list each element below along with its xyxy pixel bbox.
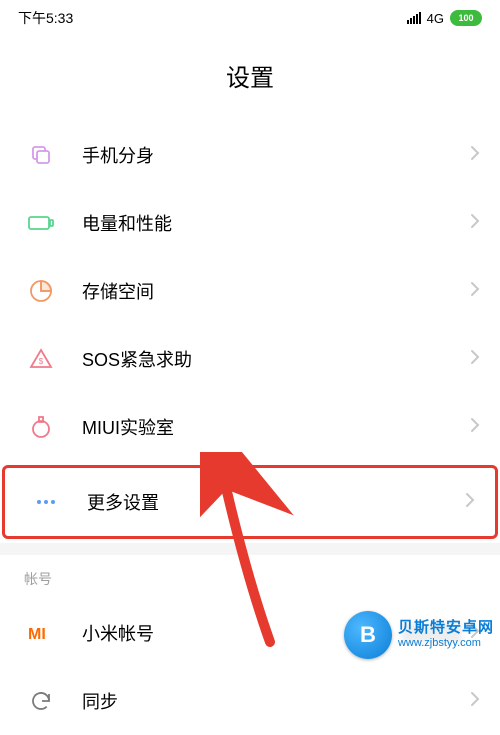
status-time: 下午5:33: [18, 8, 73, 28]
network-label: 4G: [427, 11, 444, 26]
row-label: 更多设置: [87, 489, 465, 515]
highlight-annotation: 更多设置: [2, 465, 498, 539]
mi-logo-icon: MI: [24, 616, 58, 650]
chevron-right-icon: [470, 281, 480, 302]
status-right: 4G 100: [407, 10, 482, 26]
watermark-logo-icon: B: [344, 611, 392, 659]
status-bar: 下午5:33 4G 100: [0, 0, 500, 36]
watermark-name: 贝斯特安卓网: [398, 619, 494, 637]
section-header-account: 帐号: [0, 555, 500, 599]
dots-horizontal-icon: [29, 485, 63, 519]
battery-level: 100: [450, 10, 482, 26]
chevron-right-icon: [470, 691, 480, 712]
signal-icon: [407, 12, 421, 24]
sync-icon: [24, 684, 58, 718]
row-second-space[interactable]: 手机分身: [0, 121, 500, 189]
watermark-url: www.zjbstyy.com: [398, 637, 494, 650]
section-divider: [0, 543, 500, 555]
chevron-right-icon: [465, 492, 475, 513]
pie-chart-icon: [24, 274, 58, 308]
row-label: MIUI实验室: [82, 414, 470, 440]
row-label: 电量和性能: [82, 210, 470, 236]
row-label: 同步: [82, 688, 470, 714]
row-sos[interactable]: $ SOS紧急求助: [0, 325, 500, 393]
chevron-right-icon: [470, 417, 480, 438]
chevron-right-icon: [470, 145, 480, 166]
row-battery-perf[interactable]: 电量和性能: [0, 189, 500, 257]
chevron-right-icon: [470, 349, 480, 370]
svg-text:MI: MI: [28, 626, 46, 643]
row-label: 手机分身: [82, 142, 470, 168]
row-more-settings[interactable]: 更多设置: [5, 468, 495, 536]
row-label: SOS紧急求助: [82, 346, 470, 372]
watermark-badge: B 贝斯特安卓网 www.zjbstyy.com: [344, 611, 494, 659]
row-label: 存储空间: [82, 278, 470, 304]
row-storage[interactable]: 存储空间: [0, 257, 500, 325]
row-sync[interactable]: 同步: [0, 667, 500, 735]
svg-text:$: $: [39, 357, 44, 366]
warning-triangle-icon: $: [24, 342, 58, 376]
row-miui-lab[interactable]: MIUI实验室: [0, 393, 500, 461]
copy-icon: [24, 138, 58, 172]
page-title: 设置: [0, 36, 500, 121]
chevron-right-icon: [470, 213, 480, 234]
battery-icon: 100: [450, 10, 482, 26]
flask-icon: [24, 410, 58, 444]
battery-landscape-icon: [24, 206, 58, 240]
